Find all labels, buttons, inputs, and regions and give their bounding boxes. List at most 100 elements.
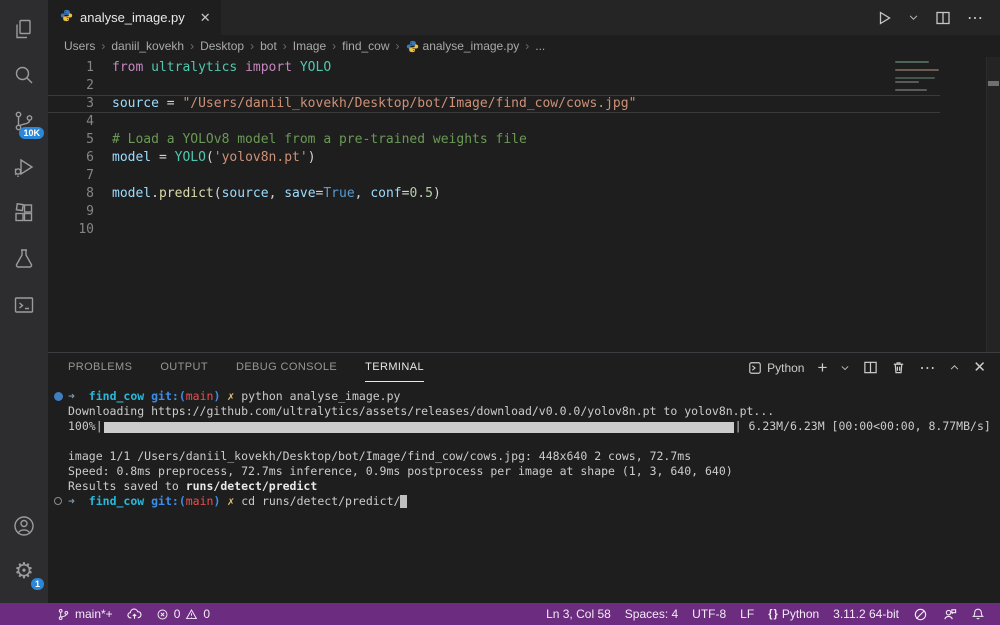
- sidebar-item-extensions[interactable]: [0, 190, 48, 236]
- scm-badge: 10K: [19, 127, 44, 139]
- terminal-line: Downloading https://github.com/ultralyti…: [68, 404, 1000, 419]
- breadcrumb-label: ...: [535, 39, 545, 53]
- eol-indicator[interactable]: LF: [733, 603, 761, 625]
- tab-python-icon-slot: [60, 9, 73, 27]
- slash-circle-button[interactable]: [906, 603, 935, 625]
- split-editor-icon[interactable]: [935, 10, 951, 26]
- close-panel-icon[interactable]: ✕: [973, 360, 986, 375]
- command-decoration-open[interactable]: [54, 497, 62, 505]
- line-number: 6: [48, 149, 94, 167]
- breadcrumb-label: find_cow: [342, 39, 389, 53]
- python-file-icon: [406, 40, 419, 53]
- breadcrumb-item[interactable]: analyse_image.py: [406, 39, 520, 53]
- python-file-icon: [60, 9, 73, 22]
- sidebar-item-search[interactable]: [0, 52, 48, 98]
- code-text: model.predict(source, save=True, conf=0.…: [112, 185, 441, 203]
- code-line: 2: [48, 77, 940, 95]
- status-bar: main*+ 0 0 Ln 3, Col 58 Spaces: 4 UTF-8 …: [0, 603, 1000, 625]
- tab-problems[interactable]: PROBLEMS: [68, 353, 132, 382]
- terminal-line: [68, 434, 1000, 449]
- chevron-down-icon[interactable]: [908, 12, 919, 23]
- code-text: model = YOLO('yolov8n.pt'): [112, 149, 316, 167]
- breadcrumb-item[interactable]: Desktop: [200, 39, 244, 53]
- tab-debug-console[interactable]: DEBUG CONSOLE: [236, 353, 337, 382]
- line-number: 5: [48, 131, 94, 149]
- python-interpreter-indicator[interactable]: 3.11.2 64-bit: [826, 603, 906, 625]
- sidebar-item-testing[interactable]: [0, 236, 48, 282]
- breadcrumb-item[interactable]: ...: [535, 39, 545, 53]
- cursor-position-indicator[interactable]: Ln 3, Col 58: [539, 603, 618, 625]
- account-button[interactable]: [0, 503, 48, 549]
- terminal-icon: [748, 361, 762, 375]
- search-icon: [12, 63, 36, 87]
- line-number: 10: [48, 221, 94, 239]
- run-button[interactable]: [876, 10, 892, 26]
- close-icon[interactable]: ✕: [200, 10, 211, 26]
- sidebar-item-run-debug[interactable]: [0, 144, 48, 190]
- terminal-output[interactable]: ➜ find_cow git:(main) ✗ python analyse_i…: [48, 382, 1000, 603]
- trash-icon[interactable]: [891, 360, 906, 375]
- git-branch-indicator[interactable]: main*+: [50, 603, 120, 625]
- panel-tabs: PROBLEMS OUTPUT DEBUG CONSOLE TERMINAL P…: [48, 353, 1000, 382]
- line-number: 4: [48, 113, 94, 131]
- problems-indicator[interactable]: 0 0: [149, 603, 217, 625]
- sidebar-item-explorer[interactable]: [0, 6, 48, 52]
- breadcrumb-item[interactable]: bot: [260, 39, 277, 53]
- breadcrumb-label: analyse_image.py: [423, 39, 520, 53]
- breadcrumb-separator: ›: [396, 39, 400, 53]
- breadcrumb-item[interactable]: find_cow: [342, 39, 389, 53]
- breadcrumb-label: daniil_kovekh: [111, 39, 184, 53]
- tab-label: analyse_image.py: [80, 10, 185, 25]
- editor-lines: 1from ultralytics import YOLO23source = …: [48, 59, 940, 239]
- breadcrumb-item[interactable]: Image: [293, 39, 326, 53]
- more-actions-icon[interactable]: ⋯: [967, 8, 984, 28]
- branch-icon: [57, 608, 70, 621]
- files-icon: [12, 17, 36, 41]
- code-line: 1from ultralytics import YOLO: [48, 59, 940, 77]
- command-decoration-filled[interactable]: [54, 392, 63, 401]
- indentation-indicator[interactable]: Spaces: 4: [618, 603, 685, 625]
- tab-terminal[interactable]: TERMINAL: [365, 353, 424, 382]
- terminal-line: ➜ find_cow git:(main) ✗ cd runs/detect/p…: [68, 494, 1000, 509]
- breadcrumb-item[interactable]: Users: [64, 39, 95, 53]
- panel-more-icon[interactable]: ⋯: [919, 358, 936, 378]
- maximize-panel-icon[interactable]: [949, 362, 960, 373]
- activity-bar: 10K ⚙ 1: [0, 0, 48, 603]
- language-mode-indicator[interactable]: { } Python: [761, 603, 826, 625]
- minimap[interactable]: [895, 61, 945, 93]
- line-number: 2: [48, 77, 94, 95]
- breadcrumb-label: Image: [293, 39, 326, 53]
- vscode-window: 10K ⚙ 1: [0, 0, 1000, 625]
- editor-scrollbar[interactable]: [986, 57, 1000, 352]
- tab-analyse-image-py[interactable]: analyse_image.py ✕: [48, 0, 221, 35]
- code-line: 5# Load a YOLOv8 model from a pre-traine…: [48, 131, 940, 149]
- encoding-indicator[interactable]: UTF-8: [685, 603, 733, 625]
- settings-button[interactable]: ⚙ 1: [0, 549, 48, 595]
- sidebar-item-source-control[interactable]: 10K: [0, 98, 48, 144]
- overview-ruler-cursor-mark: [988, 81, 999, 86]
- code-editor[interactable]: 1from ultralytics import YOLO23source = …: [48, 57, 1000, 352]
- terminal-line: image 1/1 /Users/daniil_kovekh/Desktop/b…: [68, 449, 1000, 464]
- split-terminal-icon[interactable]: [863, 360, 878, 375]
- feedback-button[interactable]: [935, 603, 964, 625]
- error-count: 0: [174, 607, 181, 621]
- branch-label: main*+: [75, 607, 113, 621]
- code-line: 9: [48, 203, 940, 221]
- warnings-icon: [185, 608, 198, 621]
- cloud-upload-icon: [127, 607, 142, 622]
- tab-output[interactable]: OUTPUT: [160, 353, 208, 382]
- code-text: source = "/Users/daniil_kovekh/Desktop/b…: [112, 95, 636, 113]
- sidebar-item-terminal[interactable]: [0, 282, 48, 328]
- tab-bar: analyse_image.py ✕ ⋯: [48, 0, 1000, 35]
- publish-changes-button[interactable]: [120, 603, 149, 625]
- terminal-panel-icon: [12, 293, 36, 317]
- notifications-button[interactable]: [964, 603, 992, 625]
- gear-icon: ⚙: [14, 561, 34, 583]
- breadcrumb-label: Users: [64, 39, 95, 53]
- code-line: 3source = "/Users/daniil_kovekh/Desktop/…: [48, 95, 940, 113]
- chevron-down-icon[interactable]: [840, 363, 850, 373]
- new-terminal-icon[interactable]: +: [817, 360, 827, 375]
- breadcrumb-item[interactable]: daniil_kovekh: [111, 39, 184, 53]
- code-line: 7: [48, 167, 940, 185]
- terminal-shell-selector[interactable]: Python: [748, 361, 804, 375]
